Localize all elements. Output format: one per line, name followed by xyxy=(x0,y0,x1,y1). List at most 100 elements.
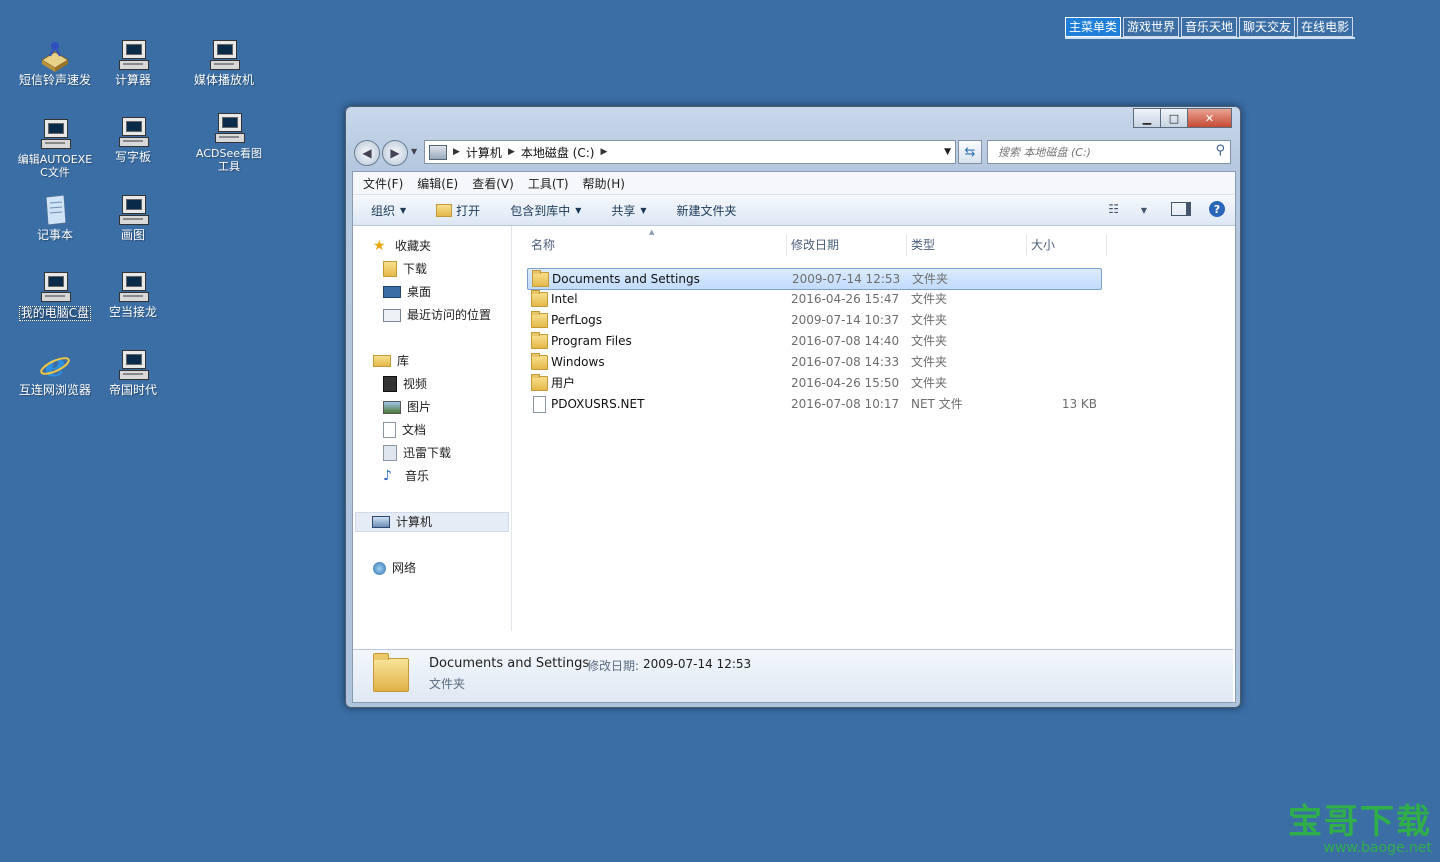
breadcrumb-local-disk[interactable]: 本地磁盘 (C:) xyxy=(521,144,595,161)
nav-music[interactable]: ♪ 音乐 xyxy=(383,466,429,486)
watermark-url: www.baoge.net xyxy=(1323,840,1432,856)
organize-button[interactable]: 组织 ▼ xyxy=(371,202,406,219)
nav-pictures[interactable]: 图片 xyxy=(383,397,431,417)
details-date-label: 修改日期: xyxy=(587,659,640,673)
address-dropdown-icon[interactable]: ▼ xyxy=(944,147,951,157)
desktop-icon-acdsee[interactable]: ACDSee看图工具 xyxy=(184,111,274,173)
search-input[interactable] xyxy=(996,141,1200,163)
menu-edit[interactable]: 编辑(E) xyxy=(417,175,458,192)
desktop-icon-age-of-empires[interactable]: 帝国时代 xyxy=(88,348,178,397)
back-button[interactable]: ◀ xyxy=(354,140,380,166)
breadcrumb-separator-icon[interactable]: ▶ xyxy=(600,147,607,157)
close-button[interactable]: ✕ xyxy=(1188,108,1232,128)
tab-online-movies[interactable]: 在线电影 xyxy=(1297,17,1354,37)
nav-label: 音乐 xyxy=(405,469,430,483)
icon-label: 我的电脑C盘 xyxy=(18,306,92,321)
pictures-icon xyxy=(383,400,401,414)
desktop-icon-notepad[interactable]: 记事本 xyxy=(10,193,100,242)
desktop-icon-paint[interactable]: 画图 xyxy=(88,193,178,242)
menu-help[interactable]: 帮助(H) xyxy=(583,175,625,192)
share-button[interactable]: 共享 ▼ xyxy=(611,202,646,219)
file-date: 2016-04-26 15:47 xyxy=(791,292,900,306)
tab-music[interactable]: 音乐天地 xyxy=(1181,17,1238,37)
new-folder-label: 新建文件夹 xyxy=(676,203,737,218)
nav-libraries[interactable]: 库 xyxy=(373,351,409,371)
desktop-icon-wordpad[interactable]: 写字板 xyxy=(88,115,178,164)
bell-icon xyxy=(38,38,72,72)
desktop-icon xyxy=(383,286,401,298)
file-type: NET 文件 xyxy=(911,397,963,411)
column-header-date[interactable]: 修改日期 xyxy=(787,234,907,256)
help-icon[interactable]: ? xyxy=(1209,201,1225,217)
details-date: 2009-07-14 12:53 xyxy=(643,657,752,671)
nav-label: 最近访问的位置 xyxy=(407,308,492,322)
close-icon: ✕ xyxy=(1204,111,1215,125)
folder-icon xyxy=(531,332,548,349)
desktop-icon-sms-ringtone[interactable]: 短信铃声速发 xyxy=(10,38,100,87)
maximize-button[interactable]: □ xyxy=(1161,108,1188,128)
nav-recent-places[interactable]: 最近访问的位置 xyxy=(383,305,491,325)
nav-favorites[interactable]: ★ 收藏夹 xyxy=(373,236,431,256)
nav-desktop[interactable]: 桌面 xyxy=(383,282,431,302)
icon-label: 记事本 xyxy=(36,228,73,242)
tab-chat[interactable]: 聊天交友 xyxy=(1239,17,1296,37)
view-controls: ☷ ▼ ? xyxy=(1090,201,1225,217)
column-header-name[interactable]: 名称 xyxy=(527,234,787,256)
menu-view[interactable]: 查看(V) xyxy=(472,175,514,192)
include-in-library-button[interactable]: 包含到库中 ▼ xyxy=(510,202,581,219)
nav-videos[interactable]: 视频 xyxy=(383,374,427,394)
computer-icon xyxy=(116,270,150,304)
video-icon xyxy=(383,376,397,392)
refresh-button[interactable]: ⇆ xyxy=(958,140,982,164)
nav-documents[interactable]: 文档 xyxy=(383,420,426,440)
table-row[interactable]: Documents and Settings 2009-07-14 12:53 … xyxy=(527,268,1102,290)
chevron-down-icon: ▼ xyxy=(400,205,407,215)
new-folder-button[interactable]: 新建文件夹 xyxy=(677,202,737,219)
nav-network[interactable]: 网络 xyxy=(373,558,416,578)
address-bar[interactable]: ▶ 计算机 ▶ 本地磁盘 (C:) ▶ ▼ xyxy=(424,140,956,164)
nav-computer[interactable]: 计算机 xyxy=(355,512,509,532)
open-button[interactable]: 打开 xyxy=(436,202,480,219)
search-icon[interactable]: ⚲ xyxy=(1215,143,1225,158)
table-row[interactable]: Intel 2016-04-26 15:47 文件夹 xyxy=(527,289,1100,309)
tab-main-menu[interactable]: 主菜单类 xyxy=(1065,17,1122,37)
explorer-window: ▁ □ ✕ ◀ ▶ ▼ ▶ 计算机 ▶ 本地磁盘 (C:) ▶ ▼ ⇆ ⚲ 文件… xyxy=(345,106,1241,708)
desktop-icon-media-player[interactable]: 媒体播放机 xyxy=(179,38,269,87)
forward-button[interactable]: ▶ xyxy=(382,140,408,166)
computer-icon xyxy=(116,348,150,382)
desktop-icon-freecell[interactable]: 空当接龙 xyxy=(88,270,178,319)
nav-downloads[interactable]: 下载 xyxy=(383,259,427,279)
menu-tools[interactable]: 工具(T) xyxy=(528,175,569,192)
table-row[interactable]: PerfLogs 2009-07-14 10:37 文件夹 xyxy=(527,310,1100,330)
computer-icon xyxy=(38,117,72,151)
star-icon: ★ xyxy=(373,238,386,254)
desktop-icon-edit-autoexec[interactable]: 编辑AUTOEXEC文件 xyxy=(10,117,100,179)
table-row[interactable]: PDOXUSRS.NET 2016-07-08 10:17 NET 文件 13 … xyxy=(527,394,1100,414)
preview-pane-icon[interactable] xyxy=(1171,202,1191,216)
menu-file[interactable]: 文件(F) xyxy=(363,175,403,192)
column-header-type[interactable]: 类型 xyxy=(907,234,1027,256)
breadcrumb-separator-icon[interactable]: ▶ xyxy=(508,147,515,157)
column-header-size[interactable]: 大小 xyxy=(1027,234,1107,256)
breadcrumb-computer[interactable]: 计算机 xyxy=(466,144,502,161)
nav-xunlei-downloads[interactable]: 迅雷下载 xyxy=(383,443,451,463)
menu-bar: 文件(F) 编辑(E) 查看(V) 工具(T) 帮助(H) xyxy=(353,172,1235,195)
desktop-icon-calculator[interactable]: 计算器 xyxy=(88,38,178,87)
tab-game-world[interactable]: 游戏世界 xyxy=(1123,17,1180,37)
desktop-icon-my-computer-c[interactable]: 我的电脑C盘 xyxy=(10,270,100,321)
file-date: 2009-07-14 10:37 xyxy=(791,313,900,327)
nav-label: 视频 xyxy=(403,377,428,391)
minimize-button[interactable]: ▁ xyxy=(1133,108,1161,128)
folder-icon xyxy=(531,290,548,307)
view-options-icon[interactable]: ☷ ▼ xyxy=(1108,202,1147,216)
folder-icon xyxy=(531,374,548,391)
icon-label: 帝国时代 xyxy=(108,383,157,397)
icon-label: 画图 xyxy=(120,228,145,242)
downloads-folder-icon xyxy=(383,261,397,277)
details-pane: Documents and Settings 修改日期: 2009-07-14 … xyxy=(353,649,1233,702)
desktop-icon-internet-explorer[interactable]: e 互连网浏览器 xyxy=(10,346,100,397)
table-row[interactable]: 用户 2016-04-26 15:50 文件夹 xyxy=(527,373,1100,393)
history-dropdown-icon[interactable]: ▼ xyxy=(411,147,417,156)
table-row[interactable]: Windows 2016-07-08 14:33 文件夹 xyxy=(527,352,1100,372)
table-row[interactable]: Program Files 2016-07-08 14:40 文件夹 xyxy=(527,331,1100,351)
